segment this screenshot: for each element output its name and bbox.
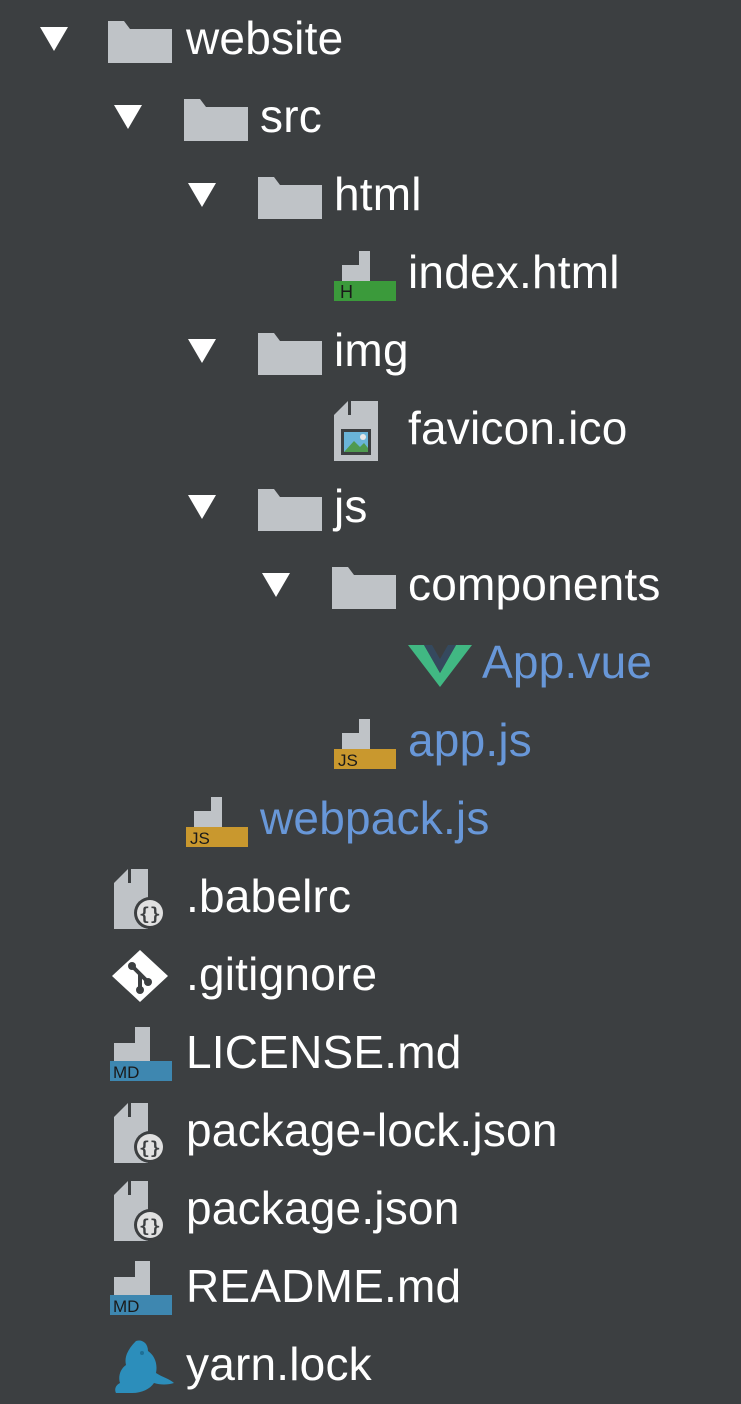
tree-item-gitignore[interactable]: .gitignore: [0, 936, 741, 1014]
tree-item-label: App.vue: [482, 636, 653, 688]
tree-item-label: webpack.js: [260, 792, 490, 844]
tree-item-readme-md[interactable]: MD README.md: [0, 1248, 741, 1326]
tree-item-label: yarn.lock: [186, 1338, 372, 1390]
tree-item-img[interactable]: img: [0, 312, 741, 390]
svg-text:{}: {}: [139, 1216, 161, 1237]
config-file-icon: {}: [114, 1181, 178, 1241]
tree-item-label: .babelrc: [186, 870, 352, 922]
svg-text:{}: {}: [139, 1138, 161, 1159]
folder-icon: [258, 329, 322, 375]
expanded-arrow-icon[interactable]: [188, 183, 216, 207]
project-tree: website src html H index.html img favico…: [0, 0, 741, 1398]
folder-icon: [258, 485, 322, 531]
svg-text:JS: JS: [190, 829, 210, 847]
image-file-icon: [334, 401, 398, 461]
tree-item-label: js: [334, 480, 368, 532]
tree-item-babelrc[interactable]: {} .babelrc: [0, 858, 741, 936]
tree-item-package-lock-json[interactable]: {} package-lock.json: [0, 1092, 741, 1170]
tree-item-label: package.json: [186, 1182, 460, 1234]
svg-text:MD: MD: [113, 1297, 139, 1315]
tree-item-label: website: [186, 12, 344, 64]
expanded-arrow-icon[interactable]: [114, 105, 142, 129]
tree-item-license-md[interactable]: MD LICENSE.md: [0, 1014, 741, 1092]
tree-item-html[interactable]: html: [0, 156, 741, 234]
tree-item-label: html: [334, 168, 422, 220]
tree-item-index-html[interactable]: H index.html: [0, 234, 741, 312]
folder-icon: [332, 563, 396, 609]
markdown-file-icon: MD: [110, 1261, 174, 1315]
tree-item-label: components: [408, 558, 661, 610]
expanded-arrow-icon[interactable]: [188, 495, 216, 519]
tree-item-label: src: [260, 90, 322, 142]
tree-item-yarn-lock[interactable]: yarn.lock: [0, 1326, 741, 1404]
tree-item-js[interactable]: js: [0, 468, 741, 546]
vue-icon: [408, 641, 472, 687]
tree-item-label: package-lock.json: [186, 1104, 558, 1156]
folder-icon: [258, 173, 322, 219]
tree-item-label: README.md: [186, 1260, 462, 1312]
svg-text:{}: {}: [139, 904, 161, 925]
tree-item-label: index.html: [408, 246, 620, 298]
expanded-arrow-icon[interactable]: [262, 573, 290, 597]
svg-text:JS: JS: [338, 751, 358, 769]
tree-item-app-js[interactable]: JS app.js: [0, 702, 741, 780]
expanded-arrow-icon[interactable]: [40, 27, 68, 51]
markdown-file-icon: MD: [110, 1027, 174, 1081]
expanded-arrow-icon[interactable]: [188, 339, 216, 363]
tree-item-app-vue[interactable]: App.vue: [0, 624, 741, 702]
config-file-icon: {}: [114, 869, 178, 929]
tree-item-components[interactable]: components: [0, 546, 741, 624]
html-file-icon: H: [334, 251, 398, 301]
svg-text:MD: MD: [113, 1063, 139, 1081]
yarn-icon: [112, 1340, 176, 1393]
js-file-icon: JS: [186, 797, 250, 847]
tree-item-label: .gitignore: [186, 948, 378, 1000]
folder-icon: [184, 95, 248, 141]
tree-item-package-json[interactable]: {} package.json: [0, 1170, 741, 1248]
tree-item-label: img: [334, 324, 409, 376]
js-file-icon: JS: [334, 719, 398, 769]
svg-text:H: H: [340, 282, 353, 301]
tree-item-favicon-ico[interactable]: favicon.ico: [0, 390, 741, 468]
tree-item-label: favicon.ico: [408, 402, 628, 454]
tree-item-label: LICENSE.md: [186, 1026, 462, 1078]
git-icon: [110, 950, 174, 1002]
folder-icon: [108, 17, 172, 63]
config-file-icon: {}: [114, 1103, 178, 1163]
tree-item-webpack-js[interactable]: JS webpack.js: [0, 780, 741, 858]
tree-item-src[interactable]: src: [0, 78, 741, 156]
tree-item-label: app.js: [408, 714, 532, 766]
tree-item-website[interactable]: website: [0, 0, 741, 78]
